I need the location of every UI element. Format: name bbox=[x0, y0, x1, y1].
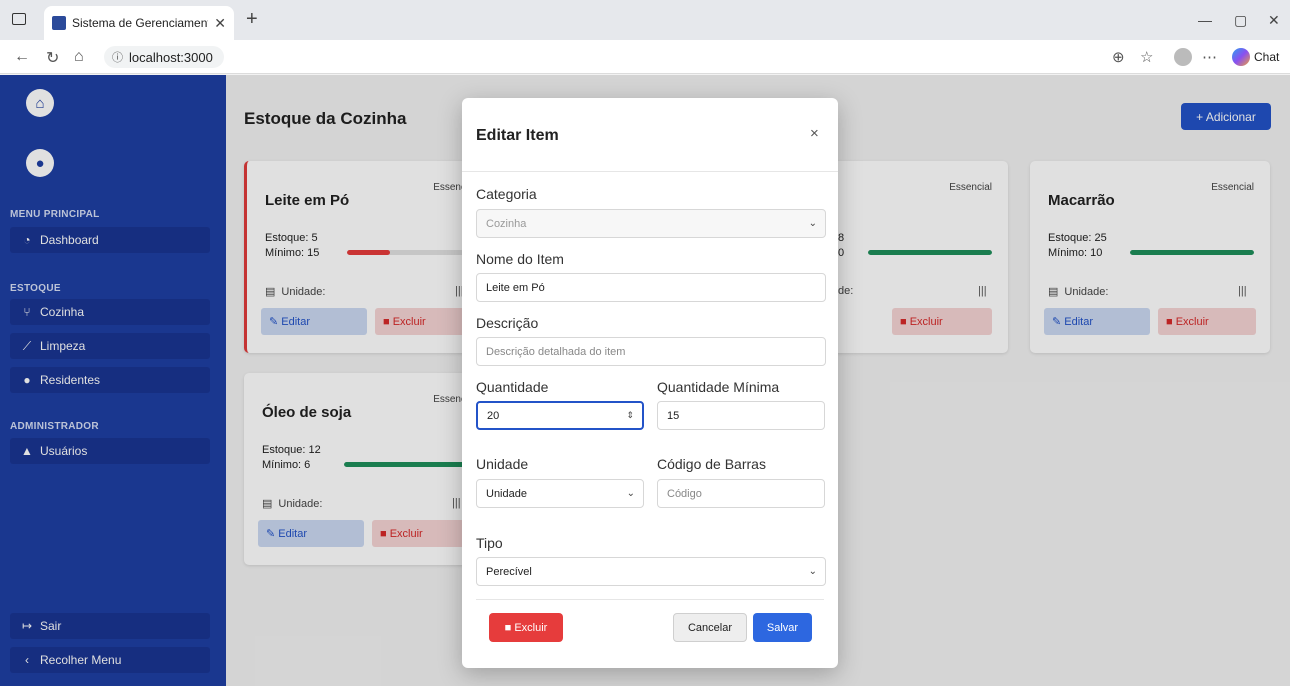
category-label: Categoria bbox=[476, 186, 537, 202]
chat-button[interactable]: Chat bbox=[1232, 48, 1279, 66]
category-value: Cozinha bbox=[486, 217, 527, 230]
back-icon[interactable]: ← bbox=[14, 48, 30, 66]
item-name-input[interactable]: Leite em Pó bbox=[476, 273, 826, 302]
delete-label: Excluir bbox=[514, 621, 548, 634]
chevron-down-icon: ⌄ bbox=[808, 218, 817, 229]
info-icon: ⓘ bbox=[112, 52, 123, 64]
quantity-value: 20 bbox=[487, 409, 500, 422]
close-window-icon[interactable]: ✕ bbox=[1268, 12, 1280, 29]
new-tab-icon[interactable]: + bbox=[246, 8, 258, 31]
type-label: Tipo bbox=[476, 535, 503, 551]
unit-value: Unidade bbox=[486, 487, 527, 500]
unit-select[interactable]: Unidade ⌄ bbox=[476, 479, 644, 508]
barcode-label: Código de Barras bbox=[657, 456, 766, 472]
close-icon[interactable]: × bbox=[810, 125, 819, 142]
url-text: localhost:3000 bbox=[129, 49, 213, 65]
edit-item-modal: Editar Item × Categoria Cozinha ⌄ Nome d… bbox=[462, 98, 838, 668]
item-name-value: Leite em Pó bbox=[486, 281, 545, 294]
type-value: Perecível bbox=[486, 565, 532, 578]
modal-title: Editar Item bbox=[476, 127, 559, 144]
barcode-input[interactable]: Código bbox=[657, 479, 825, 508]
address-bar: ← ↻ ⌂ ⓘ localhost:3000 ⊕ ☆ ⋯ Chat bbox=[0, 40, 1290, 74]
reload-icon[interactable]: ↻ bbox=[46, 48, 59, 68]
footer-divider bbox=[476, 599, 824, 600]
stepper-arrows-icon[interactable]: ⇕ bbox=[626, 410, 634, 421]
copilot-icon bbox=[1232, 48, 1250, 66]
profile-avatar[interactable] bbox=[1174, 48, 1192, 66]
category-select[interactable]: Cozinha ⌄ bbox=[476, 209, 826, 238]
description-label: Descrição bbox=[476, 315, 539, 331]
more-options-icon[interactable]: ⋯ bbox=[1202, 48, 1217, 66]
browser-tab[interactable]: Sistema de Gerenciamento de Est ✕ bbox=[44, 6, 234, 40]
trash-icon: ■ bbox=[504, 621, 512, 634]
description-placeholder: Descrição detalhada do item bbox=[486, 345, 626, 358]
chevron-down-icon: ⌄ bbox=[808, 566, 817, 577]
item-name-label: Nome do Item bbox=[476, 251, 564, 267]
cancel-button[interactable]: Cancelar bbox=[673, 613, 747, 642]
minimum-quantity-input[interactable]: 15 bbox=[657, 401, 825, 430]
tab-title: Sistema de Gerenciamento de Est bbox=[72, 16, 208, 30]
maximize-icon[interactable]: ▢ bbox=[1234, 12, 1247, 29]
delete-item-button[interactable]: ■ Excluir bbox=[489, 613, 563, 642]
minimum-quantity-value: 15 bbox=[667, 409, 680, 422]
unit-label: Unidade bbox=[476, 456, 529, 472]
modal-header: Editar Item × bbox=[462, 98, 838, 172]
description-input[interactable]: Descrição detalhada do item bbox=[476, 337, 826, 366]
browser-tab-bar: Sistema de Gerenciamento de Est ✕ + — ▢ … bbox=[0, 0, 1290, 40]
barcode-placeholder: Código bbox=[667, 487, 702, 500]
minimum-quantity-label: Quantidade Mínima bbox=[657, 379, 780, 395]
type-select[interactable]: Perecível ⌄ bbox=[476, 557, 826, 586]
chat-label: Chat bbox=[1254, 50, 1280, 64]
sidebar-toggle-icon[interactable] bbox=[12, 13, 26, 25]
extension-icon[interactable]: ⊕ bbox=[1112, 48, 1125, 66]
minimize-icon[interactable]: — bbox=[1198, 12, 1212, 28]
url-field[interactable]: ⓘ localhost:3000 bbox=[104, 46, 224, 68]
quantity-stepper[interactable]: 20 ⇕ bbox=[476, 401, 644, 430]
quantity-label: Quantidade bbox=[476, 379, 549, 395]
close-tab-icon[interactable]: ✕ bbox=[214, 15, 226, 32]
favorite-star-icon[interactable]: ☆ bbox=[1140, 48, 1153, 66]
save-button[interactable]: Salvar bbox=[753, 613, 812, 642]
chevron-down-icon: ⌄ bbox=[626, 488, 635, 499]
favicon-icon bbox=[52, 16, 66, 30]
home-icon[interactable]: ⌂ bbox=[74, 48, 84, 66]
